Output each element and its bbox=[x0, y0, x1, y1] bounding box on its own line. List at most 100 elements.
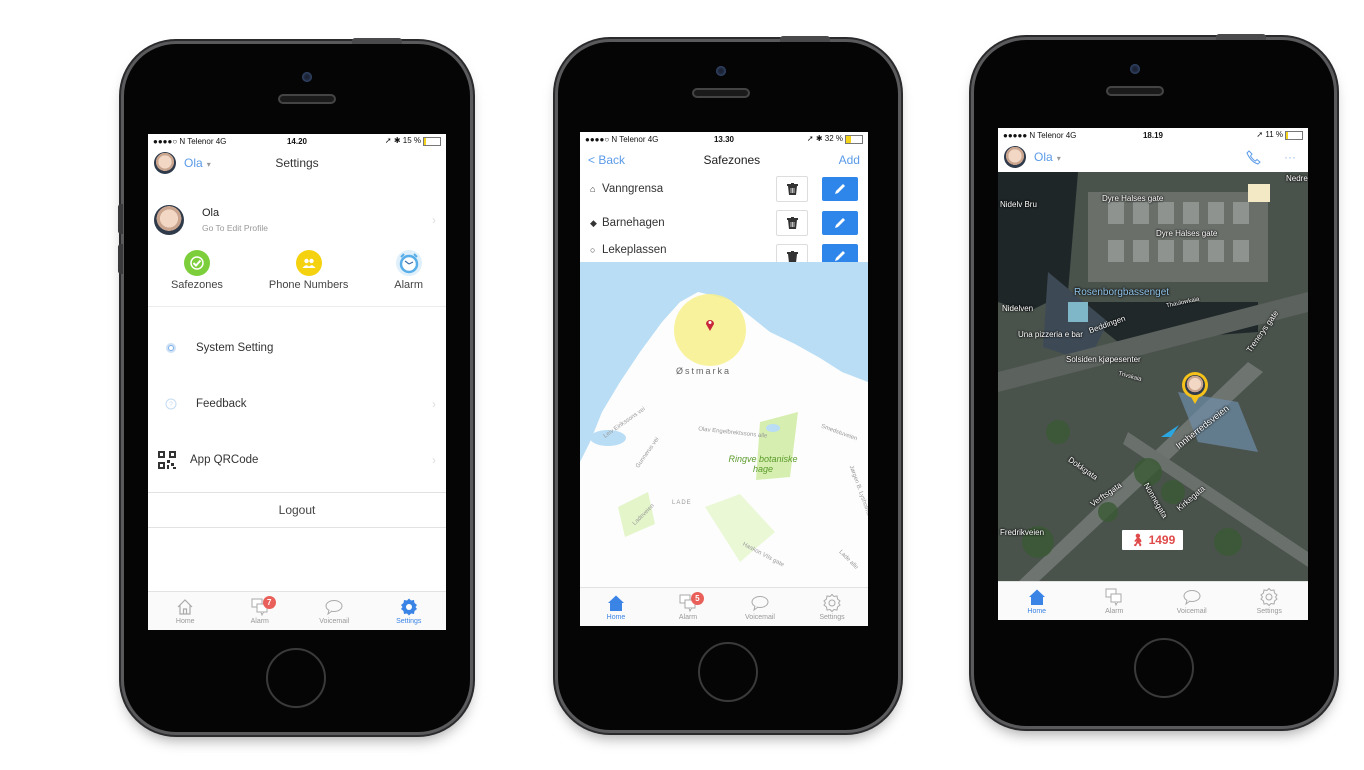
safezone-map[interactable]: Østmarka Ringve botaniske hage LADE Olav… bbox=[580, 262, 868, 588]
delete-button[interactable] bbox=[776, 210, 808, 236]
home-hardware-button[interactable] bbox=[1134, 638, 1194, 698]
quick-phone-numbers[interactable]: Phone Numbers bbox=[268, 250, 349, 306]
tab-bar: Home Alarm 7 Voicemail Settings bbox=[148, 591, 446, 630]
map-label: Nedre bbox=[1286, 174, 1308, 183]
tab-voicemail[interactable]: Voicemail bbox=[297, 592, 372, 630]
alarm-badge: 7 bbox=[262, 596, 276, 609]
map-label: Nidelven bbox=[1002, 304, 1034, 313]
tab-voicemail[interactable]: Voicemail bbox=[1153, 582, 1231, 620]
edit-profile-row[interactable]: Ola Go To Edit Profile › bbox=[148, 196, 446, 244]
map-label: Fredrikveien bbox=[1000, 528, 1045, 537]
edit-button[interactable] bbox=[822, 244, 858, 262]
chevron-right-icon: › bbox=[432, 397, 436, 411]
trash-icon bbox=[786, 251, 798, 262]
delete-button[interactable] bbox=[776, 176, 808, 202]
pencil-icon bbox=[835, 218, 845, 228]
help-icon: ? bbox=[162, 398, 180, 410]
map-label-district: LADE bbox=[672, 500, 692, 506]
menu-label: App QRCode bbox=[190, 454, 259, 466]
tab-voicemail[interactable]: Voicemail bbox=[724, 588, 796, 626]
zone-row[interactable]: ○ Lekeplassen bbox=[580, 240, 868, 262]
carrier: ●●●●○ N Telenor 4G bbox=[585, 134, 659, 144]
battery-status: ➚ 11 % bbox=[1203, 130, 1303, 140]
tab-label: Alarm bbox=[1105, 608, 1124, 615]
satellite-imagery bbox=[998, 172, 1308, 582]
menu-system-setting[interactable]: System Setting bbox=[148, 328, 446, 368]
clock: 18.19 bbox=[1142, 130, 1164, 140]
tab-alarm[interactable]: Alarm 7 bbox=[223, 592, 298, 630]
tab-alarm[interactable]: Alarm 5 bbox=[652, 588, 724, 626]
quick-safezones[interactable]: Safezones bbox=[171, 250, 223, 306]
volume-down-button bbox=[118, 244, 123, 274]
tab-label: Home bbox=[1027, 608, 1047, 615]
chevron-down-icon: ▾ bbox=[206, 160, 211, 169]
edit-button[interactable] bbox=[822, 177, 858, 201]
profile-subtitle: Go To Edit Profile bbox=[202, 223, 268, 233]
edit-button[interactable] bbox=[822, 211, 858, 235]
tab-settings[interactable]: Settings bbox=[372, 592, 447, 630]
more-options-icon[interactable]: ··· bbox=[1284, 150, 1296, 164]
tab-alarm[interactable]: Alarm bbox=[1076, 582, 1154, 620]
zone-row[interactable]: ⌂ Vanngrensa bbox=[580, 172, 868, 206]
phone-call-icon[interactable] bbox=[1246, 149, 1262, 165]
user-selector[interactable]: Ola ▾ bbox=[184, 156, 211, 170]
circle-icon: ○ bbox=[590, 245, 596, 255]
clock: 13.30 bbox=[713, 134, 735, 144]
location-pin-icon bbox=[706, 320, 714, 331]
tab-home[interactable]: Home bbox=[580, 588, 652, 626]
tab-settings[interactable]: Settings bbox=[1231, 582, 1309, 620]
chevron-down-icon: ▾ bbox=[1056, 154, 1061, 163]
home-hardware-button[interactable] bbox=[698, 642, 758, 702]
front-camera bbox=[1130, 64, 1140, 74]
screen: ●●●●○ N Telenor 4G 13.30 ➚ ✱ 32 % < Back… bbox=[580, 132, 868, 626]
profile-avatar bbox=[154, 205, 184, 235]
earpiece bbox=[692, 88, 750, 98]
tab-home[interactable]: Home bbox=[148, 592, 223, 630]
quick-label: Phone Numbers bbox=[268, 279, 349, 291]
back-button[interactable]: < Back bbox=[588, 153, 625, 167]
step-counter: 🚶︎ 1499 bbox=[1122, 530, 1184, 550]
quick-alarm[interactable]: Alarm bbox=[394, 250, 423, 306]
carrier: ●●●●● N Telenor 4G bbox=[1003, 130, 1077, 140]
carrier: ●●●●○ N Telenor 4G bbox=[153, 136, 227, 146]
trash-icon bbox=[786, 183, 798, 195]
map-label: Dyre Halses gate bbox=[1156, 229, 1218, 238]
pencil-icon bbox=[835, 184, 845, 194]
voicemail-icon bbox=[325, 600, 343, 616]
user-selector[interactable]: Ola ▾ bbox=[1034, 150, 1061, 164]
home-hardware-button[interactable] bbox=[266, 648, 326, 708]
battery-text: ➚ ✱ 15 % bbox=[384, 136, 421, 146]
quick-label: Alarm bbox=[394, 279, 424, 291]
zone-row[interactable]: ◆ Barnehagen bbox=[580, 206, 868, 240]
tab-home[interactable]: Home bbox=[998, 582, 1076, 620]
satellite-map[interactable]: Dyre Halses gate Dyre Halses gate Nidelv… bbox=[998, 172, 1308, 582]
voicemail-icon bbox=[1183, 590, 1201, 606]
zone-name: Barnehagen bbox=[602, 217, 665, 229]
voicemail-icon bbox=[751, 596, 769, 612]
chevron-right-icon: › bbox=[432, 453, 436, 467]
earpiece bbox=[1106, 86, 1164, 96]
delete-button[interactable] bbox=[776, 244, 808, 262]
map-label-park: Ringve botaniske hage bbox=[728, 454, 798, 474]
map-label: Rosenborgbassenget bbox=[1074, 287, 1170, 298]
map-label: Dyre Halses gate bbox=[1102, 194, 1164, 203]
zone-name: Vanngrensa bbox=[602, 183, 664, 195]
tab-settings[interactable]: Settings bbox=[796, 588, 868, 626]
add-button[interactable]: Add bbox=[839, 153, 860, 167]
tab-label: Settings bbox=[819, 614, 845, 621]
logout-button[interactable]: Logout bbox=[148, 492, 446, 528]
child-location-marker[interactable] bbox=[1182, 372, 1208, 404]
tab-label: Settings bbox=[396, 618, 422, 625]
menu-feedback[interactable]: ? Feedback › bbox=[148, 384, 446, 424]
qr-code-icon bbox=[158, 451, 176, 469]
menu-label: Feedback bbox=[196, 398, 247, 410]
avatar[interactable] bbox=[154, 152, 176, 174]
menu-app-qrcode[interactable]: App QRCode › bbox=[148, 440, 446, 480]
front-camera bbox=[302, 72, 312, 82]
map-label: Solsiden kjøpesenter bbox=[1066, 355, 1141, 364]
battery-icon bbox=[423, 136, 441, 146]
avatar[interactable] bbox=[1004, 146, 1026, 168]
earpiece bbox=[278, 94, 336, 104]
page-title: Safezones bbox=[703, 153, 761, 167]
nav-bar: < Back Safezones Add bbox=[580, 146, 868, 174]
